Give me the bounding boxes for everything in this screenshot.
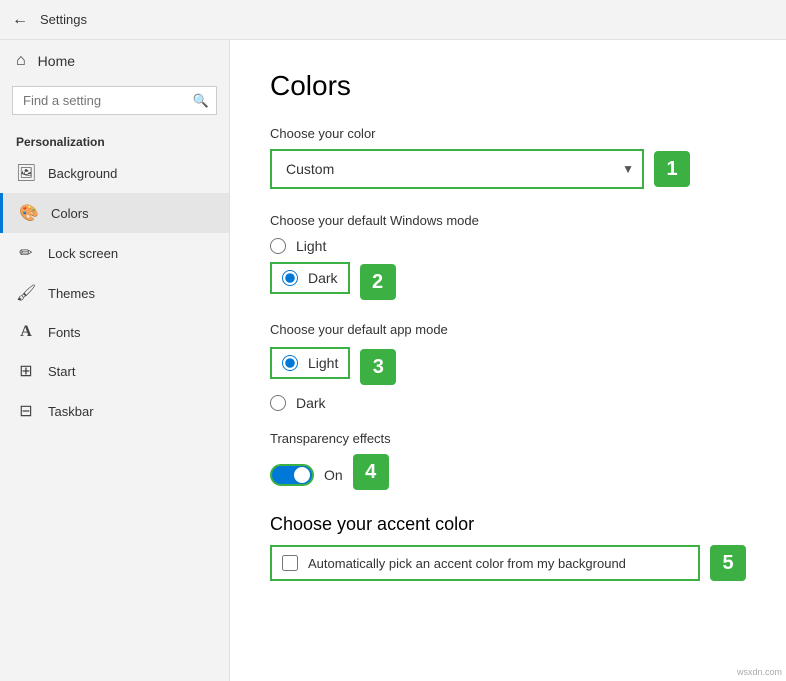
sidebar-item-label: Lock screen xyxy=(48,246,118,261)
sidebar-item-label: Start xyxy=(48,364,75,379)
sidebar-item-background[interactable]: 🖼 Background xyxy=(0,153,229,193)
main-layout: ⌂ Home 🔍 Personalization 🖼 Background 🎨 … xyxy=(0,40,786,681)
sidebar-item-label: Background xyxy=(48,166,117,181)
windows-dark-label: Dark xyxy=(308,270,338,286)
home-icon: ⌂ xyxy=(16,52,26,70)
sidebar-item-taskbar[interactable]: ⊟ Taskbar xyxy=(0,391,229,431)
watermark: wsxdn.com xyxy=(737,667,782,677)
sidebar-item-fonts[interactable]: A Fonts xyxy=(0,313,229,351)
themes-icon: 🖌 xyxy=(16,283,36,303)
windows-mode-label: Choose your default Windows mode xyxy=(270,213,746,228)
sidebar-item-home[interactable]: ⌂ Home xyxy=(0,40,229,82)
sidebar-search-wrapper: 🔍 xyxy=(12,86,217,115)
accent-section: Choose your accent color Automatically p… xyxy=(270,514,746,581)
sidebar-item-label: Taskbar xyxy=(48,404,94,419)
transparency-toggle-container: On xyxy=(270,464,343,486)
taskbar-icon: ⊟ xyxy=(16,401,36,421)
sidebar-item-label: Fonts xyxy=(48,325,81,340)
app-light-option[interactable]: Light xyxy=(270,347,350,379)
app-dark-label: Dark xyxy=(296,395,326,411)
title-bar: ← Settings xyxy=(0,0,786,40)
windows-dark-radio[interactable] xyxy=(282,270,298,286)
windows-dark-option[interactable]: Dark xyxy=(270,262,350,294)
windows-mode-section: Choose your default Windows mode Light D… xyxy=(270,213,746,302)
windows-light-label: Light xyxy=(296,238,326,254)
sidebar-item-themes[interactable]: 🖌 Themes xyxy=(0,273,229,313)
choose-color-dropdown-wrapper: Custom Light Dark ▼ 1 xyxy=(270,149,690,189)
sidebar-item-colors[interactable]: 🎨 Colors xyxy=(0,193,229,233)
transparency-value: On xyxy=(324,467,343,483)
app-mode-label: Choose your default app mode xyxy=(270,322,746,337)
page-title: Colors xyxy=(270,70,746,102)
windows-light-radio[interactable] xyxy=(270,238,286,254)
search-icon: 🔍 xyxy=(193,93,209,109)
background-icon: 🖼 xyxy=(16,163,36,183)
transparency-toggle-row: On 4 xyxy=(270,454,746,490)
app-light-radio[interactable] xyxy=(282,355,298,371)
choose-color-select[interactable]: Custom Light Dark xyxy=(270,149,644,189)
colors-icon: 🎨 xyxy=(19,203,39,223)
step-2-badge: 2 xyxy=(360,264,396,300)
sidebar-item-label: Colors xyxy=(51,206,89,221)
app-dark-option[interactable]: Dark xyxy=(270,395,746,411)
app-dark-radio[interactable] xyxy=(270,395,286,411)
back-button[interactable]: ← xyxy=(12,11,28,29)
sidebar-item-start[interactable]: ⊞ Start xyxy=(0,351,229,391)
sidebar-home-label: Home xyxy=(38,53,75,69)
app-light-label: Light xyxy=(308,355,338,371)
auto-pick-checkbox-row[interactable]: Automatically pick an accent color from … xyxy=(270,545,700,581)
title-bar-title: Settings xyxy=(40,12,87,27)
choose-color-label: Choose your color xyxy=(270,126,746,141)
auto-pick-label: Automatically pick an accent color from … xyxy=(308,556,626,571)
sidebar-section-title: Personalization xyxy=(0,127,229,153)
lockscreen-icon: ✏ xyxy=(16,243,36,263)
windows-light-option[interactable]: Light xyxy=(270,238,746,254)
sidebar-item-lockscreen[interactable]: ✏ Lock screen xyxy=(0,233,229,273)
fonts-icon: A xyxy=(16,323,36,341)
accent-title: Choose your accent color xyxy=(270,514,746,535)
search-input[interactable] xyxy=(12,86,217,115)
step-4-badge: 4 xyxy=(353,454,389,490)
transparency-section: Transparency effects On 4 xyxy=(270,431,746,490)
step-5-badge: 5 xyxy=(710,545,746,581)
sidebar: ⌂ Home 🔍 Personalization 🖼 Background 🎨 … xyxy=(0,40,230,681)
transparency-toggle[interactable] xyxy=(270,464,314,486)
app-mode-section: Choose your default app mode Light 3 Dar… xyxy=(270,322,746,411)
start-icon: ⊞ xyxy=(16,361,36,381)
sidebar-item-label: Themes xyxy=(48,286,95,301)
content-area: Colors Choose your color Custom Light Da… xyxy=(230,40,786,681)
transparency-label: Transparency effects xyxy=(270,431,746,446)
step-3-badge: 3 xyxy=(360,349,396,385)
auto-pick-checkbox[interactable] xyxy=(282,555,298,571)
toggle-knob xyxy=(294,467,310,483)
app-light-row: Light 3 xyxy=(270,347,746,387)
windows-dark-row: Dark 2 xyxy=(270,262,746,302)
step-1-badge: 1 xyxy=(654,151,690,187)
